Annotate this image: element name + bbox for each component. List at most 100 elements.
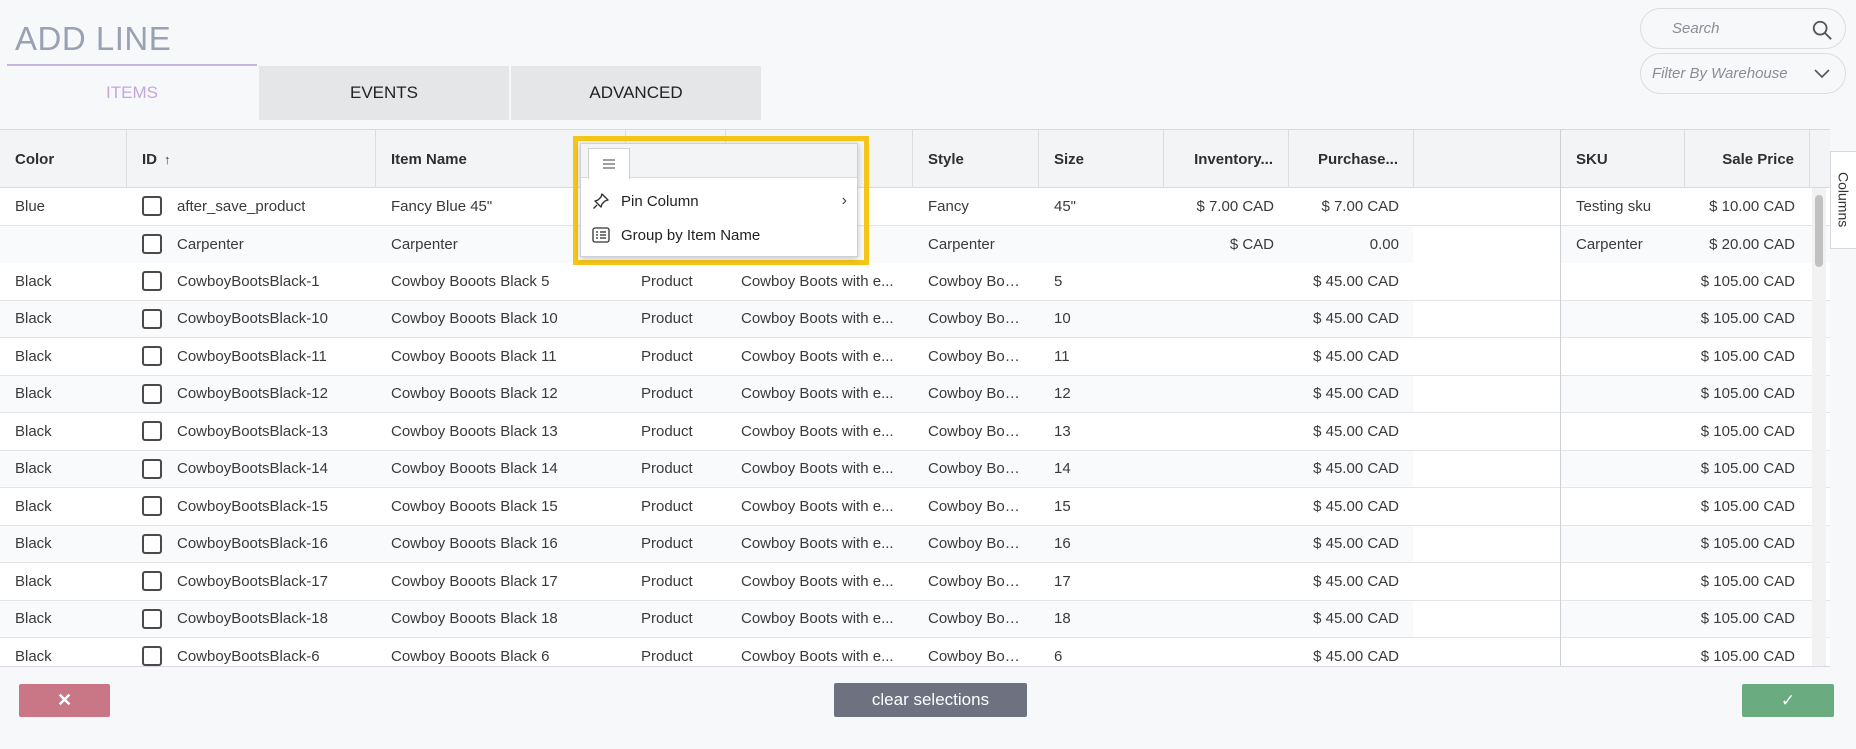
cell-description-text: Cowboy Boots with e... [741,460,894,478]
tab-bar: ITEMS EVENTS ADVANCED [7,66,763,120]
cell-size: 15 [1039,488,1164,525]
cell-description: Cowboy Boots with e... [726,638,913,666]
column-header-filler [1414,130,1561,188]
cell-sale-price-text: $ 105.00 CAD [1700,347,1795,365]
search-icon[interactable] [1811,19,1833,41]
row-select-checkbox[interactable] [142,234,162,255]
row-select-checkbox[interactable] [142,496,162,517]
row-select-checkbox[interactable] [142,533,162,554]
table-row[interactable]: Black CowboyBootsBlack-1 Cowboy Booots Bla… [0,263,1830,301]
cell-size-text: 11 [1054,347,1070,365]
columns-panel-toggle[interactable]: Columns [1830,151,1856,249]
cell-sale-price-text: $ 105.00 CAD [1700,572,1795,590]
scrollbar-thumb[interactable] [1815,195,1823,267]
column-header-sale-price[interactable]: Sale Price [1685,130,1810,188]
table-row[interactable]: Carpenter Carpenter Carpenter $ CAD 0.00 Carp… [0,226,1830,264]
cell-purchase: $ 45.00 CAD [1289,638,1414,666]
cell-size: 16 [1039,526,1164,563]
cell-purchase: $ 45.00 CAD [1289,451,1414,488]
cell-sku [1561,451,1685,488]
table-row[interactable]: Black CowboyBootsBlack-6 Cowboy Booots Bla… [0,638,1830,666]
column-header-style[interactable]: Style [913,130,1039,188]
cell-color-text: Black [15,610,52,628]
cell-item-name: Cowboy Booots Black 15 [376,488,626,525]
cell-purchase: $ 45.00 CAD [1289,563,1414,600]
cell-item-name-text: Cowboy Booots Black 13 [391,422,558,440]
cell-color-text: Black [15,347,52,365]
menu-item-pin-column[interactable]: Pin Column › [581,185,857,217]
cell-size-text: 15 [1054,497,1071,515]
row-select-checkbox[interactable] [142,383,162,404]
tab-advanced[interactable]: ADVANCED [511,66,761,120]
pinned-columns-divider [1560,130,1561,666]
grid-filler [1413,450,1561,487]
cell-description-text: Cowboy Boots with e... [741,272,894,290]
cell-size: 17 [1039,563,1164,600]
column-header-id[interactable]: ID ↑ [127,130,376,188]
cancel-button[interactable]: ✕ [19,684,110,717]
table-row[interactable]: Black CowboyBootsBlack-13 Cowboy Booots Bl… [0,413,1830,451]
cell-color: Black [0,526,127,563]
table-row[interactable]: Black CowboyBootsBlack-10 Cowboy Booots Bl… [0,300,1830,338]
menu-item-label: Pin Column [621,192,699,210]
row-select-checkbox[interactable] [142,308,162,329]
grid-filler [1413,338,1561,375]
column-header-inventory[interactable]: Inventory... [1164,130,1289,188]
column-menu-general-tab[interactable] [588,148,630,179]
warehouse-filter-select[interactable]: Filter By Warehouse [1640,53,1846,94]
table-row[interactable]: Black CowboyBootsBlack-12 Cowboy Booots Bl… [0,375,1830,413]
cell-style: Cowboy Boo... [913,638,1039,666]
cell-item-name: Cowboy Booots Black 5 [376,263,626,300]
confirm-button[interactable]: ✓ [1742,684,1834,717]
table-row[interactable]: Black CowboyBootsBlack-14 Cowboy Booots Bl… [0,450,1830,488]
table-row[interactable]: Black CowboyBootsBlack-16 Cowboy Booots Bl… [0,525,1830,563]
menu-item-group-by[interactable]: Group by Item Name [581,219,857,251]
cell-id: CowboyBootsBlack-18 [127,601,376,638]
cell-type-text: Product [641,347,693,365]
cell-sale-price: $ 105.00 CAD [1685,638,1810,666]
cell-purchase: $ 45.00 CAD [1289,301,1414,338]
cell-size: 11 [1039,338,1164,375]
cell-size-text: 10 [1054,310,1071,328]
clear-selections-button[interactable]: clear selections [834,683,1027,717]
sort-ascending-icon: ↑ [164,151,171,167]
tab-items[interactable]: ITEMS [7,66,257,120]
tab-events[interactable]: EVENTS [259,66,509,120]
cell-sku: Testing sku [1561,188,1685,225]
cell-style-text: Cowboy Boo... [928,535,1024,553]
column-header-color[interactable]: Color [0,130,127,188]
column-header-purchase[interactable]: Purchase... [1289,130,1414,188]
cell-purchase: 0.00 [1289,226,1414,263]
cell-description-text: Cowboy Boots with e... [741,572,894,590]
cell-id-text: after_save_product [177,197,306,215]
cell-item-name-text: Cowboy Booots Black 10 [391,310,558,328]
cell-item-name: Cowboy Booots Black 17 [376,563,626,600]
row-select-checkbox[interactable] [142,421,162,442]
row-select-checkbox[interactable] [142,571,162,592]
cell-purchase-text: $ 45.00 CAD [1313,497,1399,515]
row-select-checkbox[interactable] [142,346,162,367]
table-row[interactable]: Blueafter_save_productFancy Blue 45"...y… [0,188,1830,226]
table-row[interactable]: Black CowboyBootsBlack-17 Cowboy Booots Bl… [0,563,1830,601]
warehouse-filter-placeholder: Filter By Warehouse [1652,65,1788,82]
row-select-checkbox[interactable] [142,196,162,217]
cell-style: Cowboy Boo... [913,413,1039,450]
column-header-sku[interactable]: SKU [1561,130,1685,188]
cell-style-text: Cowboy Boo... [928,310,1024,328]
cell-type-text: Product [641,572,693,590]
table-row[interactable]: Black CowboyBootsBlack-15 Cowboy Booots Bl… [0,488,1830,526]
cell-type-text: Product [641,310,693,328]
row-select-checkbox[interactable] [142,271,162,292]
row-select-checkbox[interactable] [142,646,162,666]
row-select-checkbox[interactable] [142,458,162,479]
cell-sale-price-text: $ 10.00 CAD [1709,197,1795,215]
column-header-size[interactable]: Size [1039,130,1164,188]
cell-id-text: CowboyBootsBlack-14 [177,460,328,478]
table-row[interactable]: Black CowboyBootsBlack-18 Cowboy Booots Bl… [0,600,1830,638]
row-select-checkbox[interactable] [142,608,162,629]
table-row[interactable]: Black CowboyBootsBlack-11 Cowboy Booots Bl… [0,338,1830,376]
vertical-scrollbar[interactable] [1812,188,1826,666]
cell-item-name-text: Cowboy Booots Black 18 [391,610,558,628]
cell-size [1039,226,1164,263]
search-input[interactable] [1672,20,1802,37]
